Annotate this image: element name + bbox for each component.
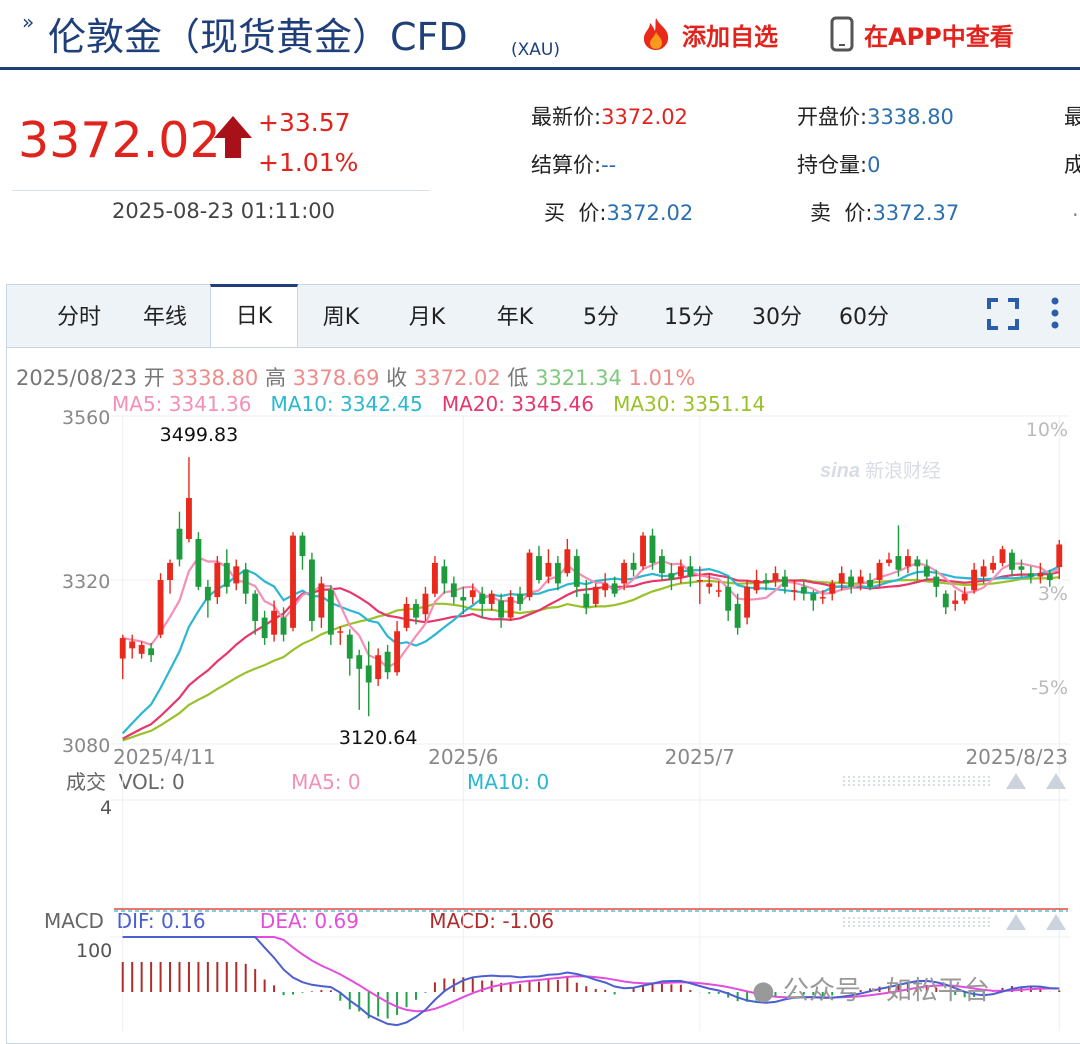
pct-value: 1.01% bbox=[628, 366, 696, 390]
field-value: 3372.37 bbox=[872, 201, 960, 225]
field-label: 买 价: bbox=[544, 201, 607, 225]
field-label: 持仓量: bbox=[797, 153, 868, 177]
tab-yearly-k[interactable]: 年K bbox=[481, 285, 549, 347]
ohlc-date: 2025/08/23 bbox=[16, 366, 138, 390]
ma5-legend: MA5: 3341.36 bbox=[112, 392, 252, 416]
ask-price-field: 卖 价:3372.37 bbox=[810, 197, 959, 227]
macd-dif: DIF: 0.16 bbox=[116, 909, 206, 933]
tab-monthly-k[interactable]: 月K bbox=[393, 285, 461, 347]
field-value: 3372.02 bbox=[601, 105, 688, 129]
macd-title: MACD bbox=[44, 909, 104, 933]
volume-value: VOL: 0 bbox=[118, 770, 185, 794]
tab-60min[interactable]: 60分 bbox=[827, 285, 901, 347]
add-favorite-label: 添加自选 bbox=[682, 22, 778, 51]
symbol-code: (XAU) bbox=[511, 40, 560, 60]
low-value: 3321.34 bbox=[535, 366, 622, 390]
quote-divider bbox=[12, 190, 430, 191]
tab-year-line[interactable]: 年线 bbox=[131, 285, 199, 347]
wechat-watermark: ● 公众号 · 如松平台 bbox=[752, 970, 990, 1007]
truncated-field-label: 成 bbox=[1064, 153, 1080, 177]
field-value: 0 bbox=[867, 153, 881, 177]
settlement-price-field: 结算价:-- bbox=[531, 149, 616, 179]
double-chevron-icon: » bbox=[22, 10, 34, 34]
field-label: 最新价: bbox=[531, 105, 602, 129]
price-change-percent: +1.01% bbox=[258, 148, 359, 177]
high-label: 高 bbox=[264, 366, 286, 390]
macd-legend: MACD DIF: 0.16 DEA: 0.69 MACD: -1.06 bbox=[44, 909, 554, 933]
ohlc-info: 2025/08/23 开 3338.80 高 3378.69 收 3372.02… bbox=[16, 362, 695, 392]
view-in-app-button[interactable]: 在APP中查看 bbox=[830, 14, 1014, 54]
latest-price-field: 最新价:3372.02 bbox=[531, 101, 688, 131]
high-value: 3378.69 bbox=[292, 366, 380, 390]
volume-title: 成交 bbox=[66, 770, 106, 794]
close-value: 3372.02 bbox=[413, 366, 501, 390]
add-favorite-button[interactable]: 添加自选 bbox=[636, 14, 778, 54]
close-label: 收 bbox=[386, 366, 408, 390]
field-label: 开盘价: bbox=[797, 105, 868, 129]
open-price-field: 开盘价:3338.80 bbox=[797, 101, 954, 131]
field-value: -- bbox=[601, 153, 617, 177]
view-in-app-label: 在APP中查看 bbox=[864, 22, 1014, 51]
price-change: +33.57 bbox=[258, 108, 351, 137]
tab-5min[interactable]: 5分 bbox=[567, 285, 635, 347]
period-tabs: 分时 年线 日K 周K 月K 年K 5分 15分 30分 60分 bbox=[7, 284, 1080, 348]
macd-value: MACD: -1.06 bbox=[429, 909, 555, 933]
field-label: 结算价: bbox=[531, 153, 602, 177]
field-value: 3372.02 bbox=[606, 201, 694, 225]
quote-timestamp: 2025-08-23 01:11:00 bbox=[112, 199, 336, 223]
fullscreen-icon[interactable] bbox=[986, 297, 1020, 331]
flame-icon bbox=[643, 18, 669, 50]
tab-daily-k[interactable]: 日K bbox=[210, 284, 298, 347]
up-arrow-icon bbox=[214, 116, 252, 158]
watermark-text: 公众号 · 如松平台 bbox=[782, 976, 990, 1006]
tab-intraday[interactable]: 分时 bbox=[45, 285, 113, 347]
truncated-field-label: 最 bbox=[1064, 105, 1080, 129]
ma10-legend: MA10: 3342.45 bbox=[270, 392, 423, 416]
tab-15min[interactable]: 15分 bbox=[652, 285, 726, 347]
field-label: 卖 价: bbox=[810, 201, 873, 225]
more-vertical-icon[interactable] bbox=[1049, 295, 1061, 331]
open-interest-field: 持仓量:0 bbox=[797, 149, 880, 179]
last-price: 3372.02 bbox=[18, 112, 221, 169]
macd-dea: DEA: 0.69 bbox=[259, 909, 359, 933]
phone-icon bbox=[830, 16, 854, 52]
low-label: 低 bbox=[507, 366, 529, 390]
volume-ma5: MA5: 0 bbox=[291, 770, 361, 794]
open-label: 开 bbox=[143, 366, 165, 390]
bid-price-field: 买 价:3372.02 bbox=[544, 197, 693, 227]
tab-weekly-k[interactable]: 周K bbox=[307, 285, 375, 347]
truncated-field-label: . bbox=[1072, 197, 1079, 221]
ma30-legend: MA30: 3351.14 bbox=[613, 392, 766, 416]
page-title: 伦敦金（现货黄金）CFD bbox=[48, 15, 468, 59]
ma-legend: MA5: 3341.36 MA10: 3342.45 MA20: 3345.46… bbox=[112, 392, 765, 416]
ma20-legend: MA20: 3345.46 bbox=[441, 392, 594, 416]
volume-ma10: MA10: 0 bbox=[466, 770, 550, 794]
wechat-icon: ● bbox=[752, 976, 775, 1006]
field-value: 3338.80 bbox=[867, 105, 954, 129]
volume-legend: 成交 VOL: 0 MA5: 0 MA10: 0 bbox=[66, 766, 549, 795]
tab-30min[interactable]: 30分 bbox=[740, 285, 814, 347]
open-value: 3338.80 bbox=[171, 366, 259, 390]
